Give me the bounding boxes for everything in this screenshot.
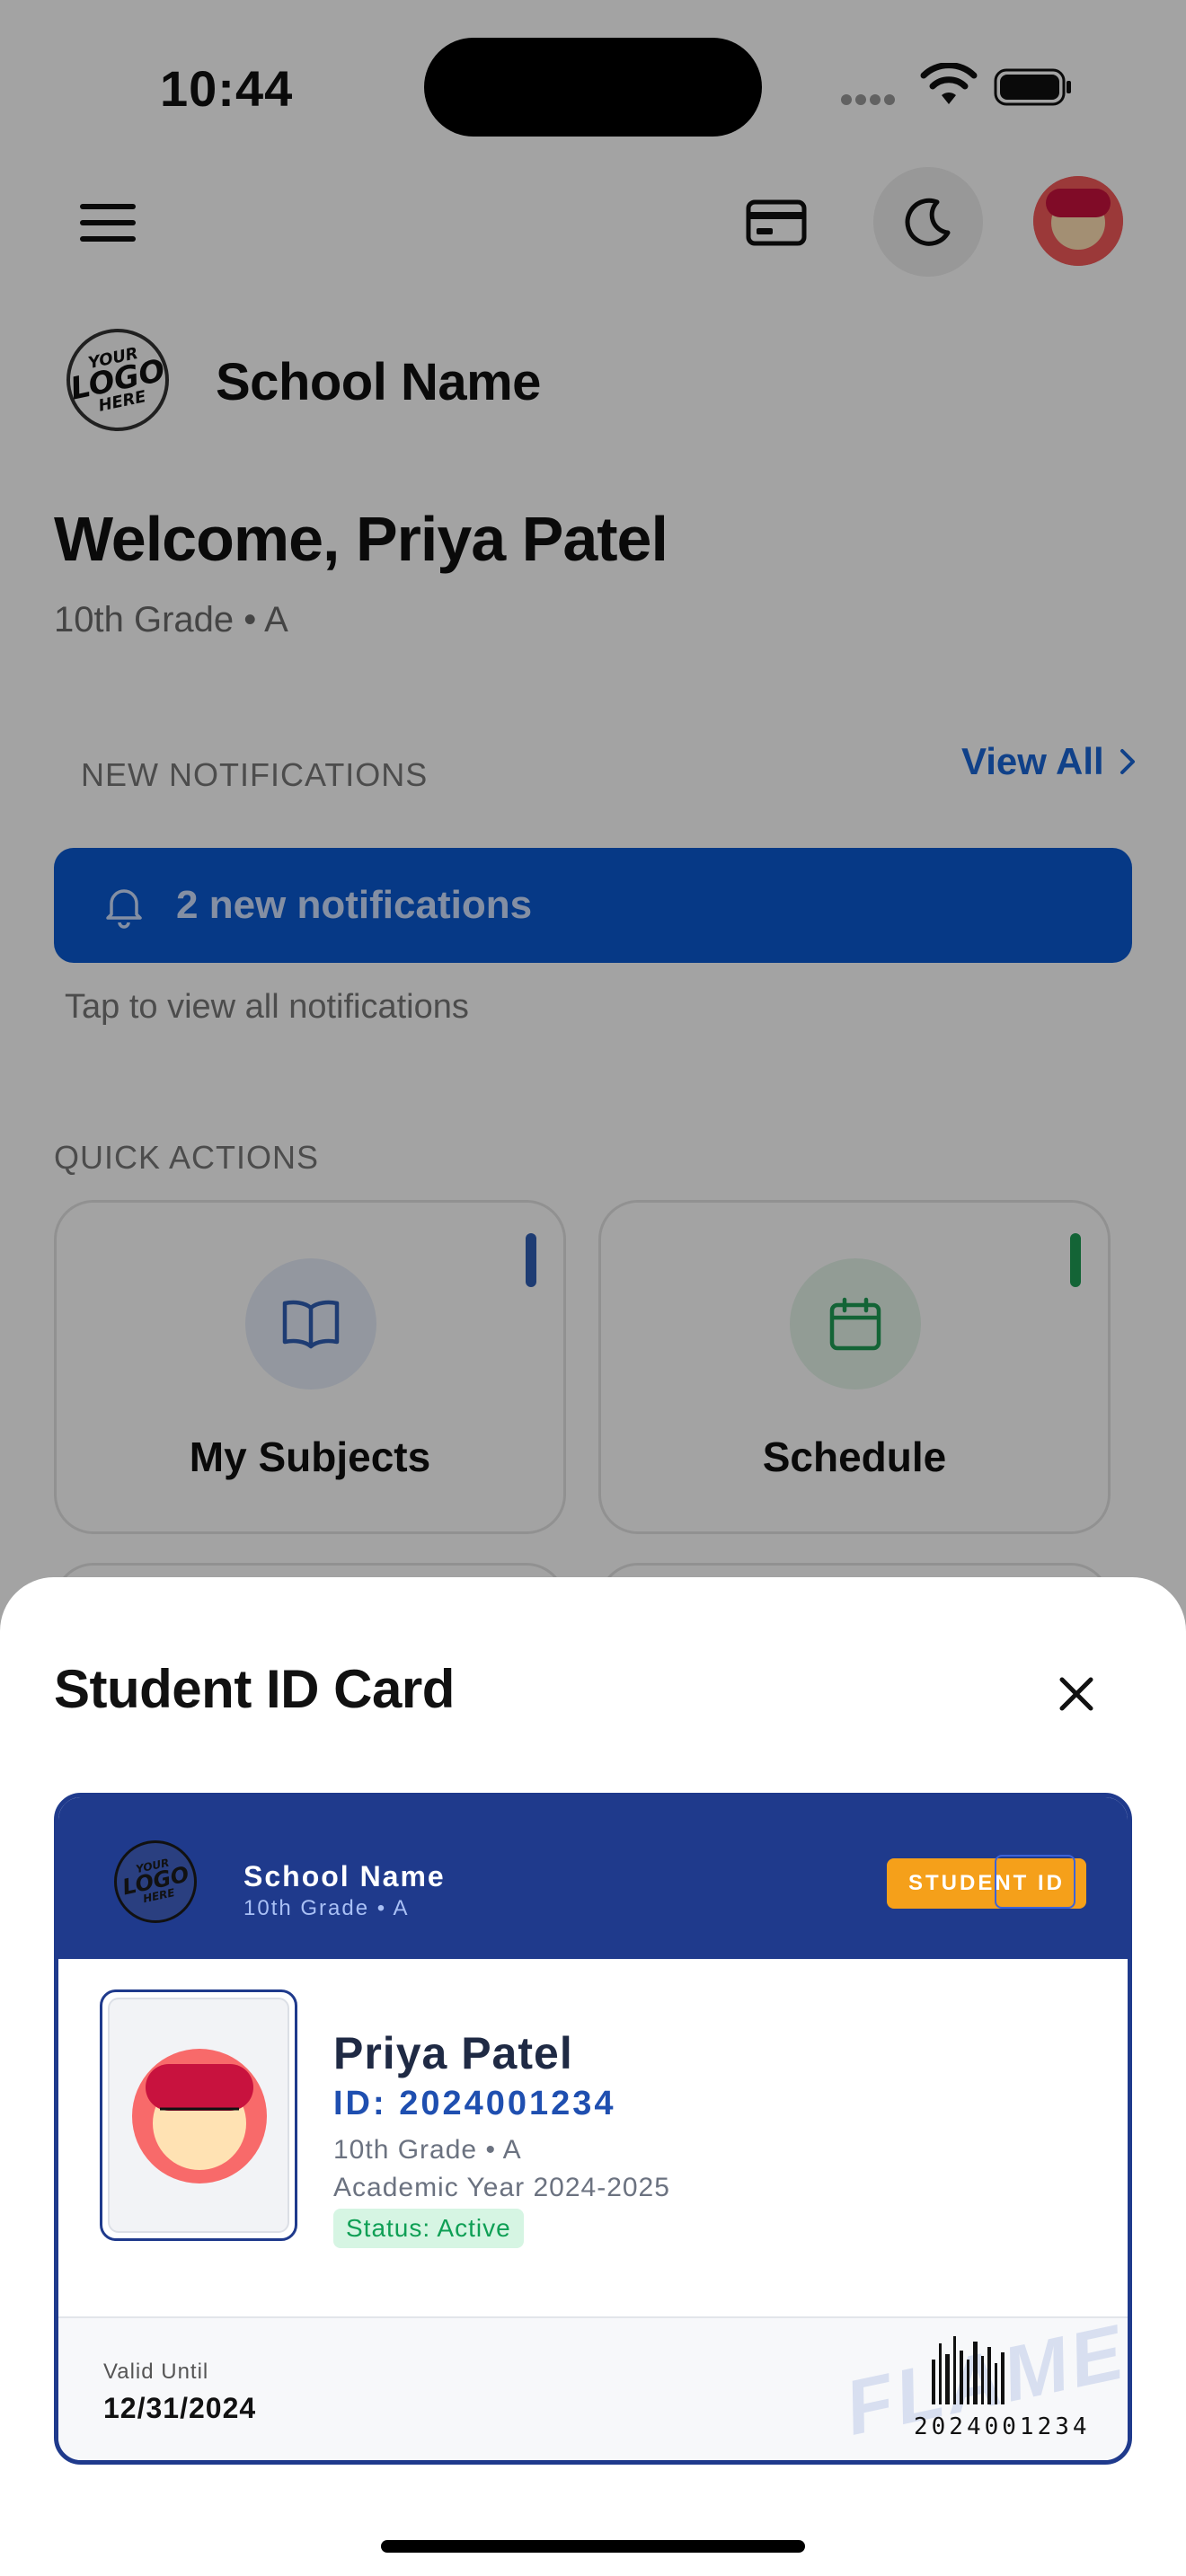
- id-card-school-name: School Name: [243, 1860, 446, 1892]
- badge-outline: [995, 1855, 1075, 1909]
- student-grade: 10th Grade • A: [333, 2135, 522, 2165]
- barcode-number: 2024001234: [914, 2413, 1091, 2440]
- student-id-number: ID: 2024001234: [333, 2085, 616, 2122]
- sheet-title: Student ID Card: [54, 1659, 455, 1719]
- id-card-footer: Valid Until 12/31/2024 FLAME 2024001234: [58, 2308, 1128, 2460]
- status-badge: Status: Active: [333, 2209, 524, 2248]
- academic-year: Academic Year 2024-2025: [333, 2173, 670, 2202]
- id-card-header: YOUR LOGO HERE School Name 10th Grade • …: [58, 1797, 1128, 1959]
- student-avatar: [132, 2049, 267, 2183]
- valid-until-date: 12/31/2024: [103, 2392, 257, 2424]
- home-indicator[interactable]: [381, 2540, 805, 2553]
- close-button[interactable]: [1042, 1660, 1111, 1728]
- id-card-header-grade: 10th Grade • A: [243, 1896, 410, 1920]
- student-id-sheet: Student ID Card YOUR LOGO HERE School Na…: [0, 1577, 1186, 2576]
- id-card-school-logo: YOUR LOGO HERE: [114, 1840, 197, 1923]
- barcode-icon: [932, 2336, 1005, 2404]
- student-id-card: YOUR LOGO HERE School Name 10th Grade • …: [54, 1793, 1132, 2465]
- student-photo-frame: [100, 1989, 297, 2241]
- valid-until-label: Valid Until: [103, 2360, 209, 2384]
- close-icon: [1059, 1677, 1093, 1711]
- student-name: Priya Patel: [333, 2028, 573, 2078]
